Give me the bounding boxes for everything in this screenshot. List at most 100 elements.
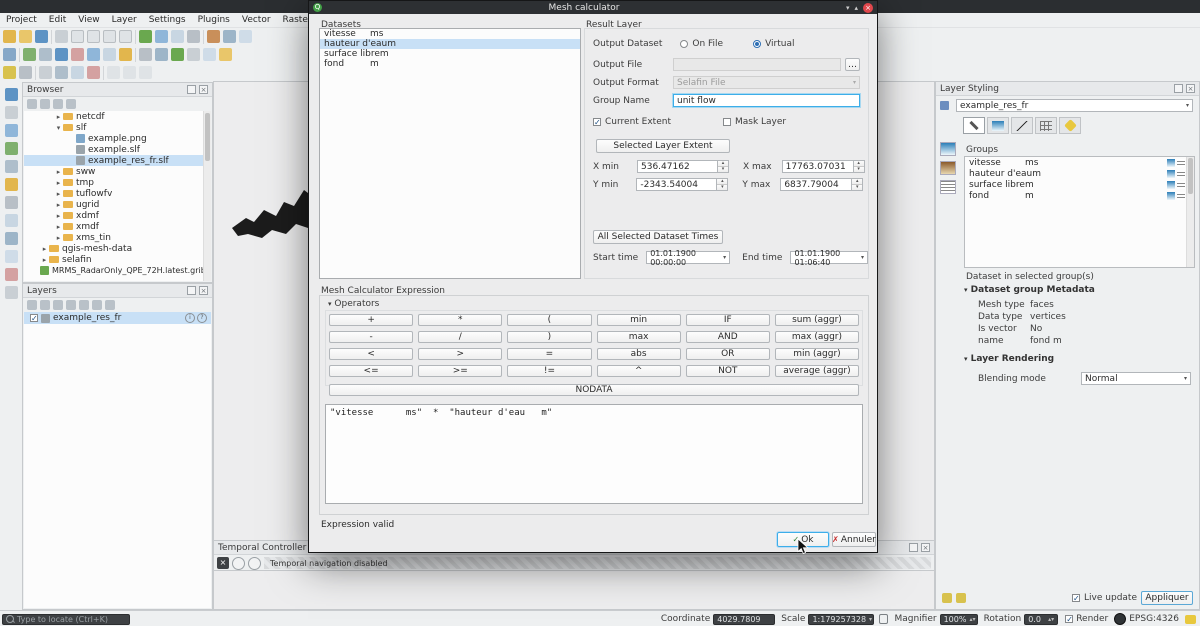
map-tips-icon[interactable] <box>239 30 252 43</box>
paste-features-icon[interactable] <box>139 66 152 79</box>
move-feature-icon[interactable] <box>71 66 84 79</box>
crs-label[interactable]: EPSG:4326 <box>1129 614 1179 624</box>
temporal-icon[interactable] <box>5 250 18 263</box>
zoom-last-icon[interactable] <box>119 30 132 43</box>
attributes-table-icon[interactable] <box>223 30 236 43</box>
op-greater-equal-button[interactable]: >= <box>418 365 502 377</box>
expand-arrow-icon[interactable]: ▸ <box>54 212 63 220</box>
group-name-input[interactable]: unit flow <box>673 94 860 107</box>
tree-item-example-res-fr-slf[interactable]: example_res_fr.slf <box>24 155 211 166</box>
collapse-arrow-icon[interactable]: ▾ <box>54 124 63 132</box>
op-min-button[interactable]: min <box>597 314 681 326</box>
group-contour-icon[interactable] <box>1177 170 1185 178</box>
vector-toolbox-icon[interactable] <box>5 88 18 101</box>
group-shading-icon[interactable] <box>1167 159 1175 167</box>
op-not-equal-button[interactable]: != <box>507 365 591 377</box>
rendering-section-header[interactable]: ▾ Layer Rendering <box>964 354 1054 364</box>
virtual-radio[interactable] <box>753 40 761 48</box>
expand-arrow-icon[interactable]: ▸ <box>54 223 63 231</box>
browser-collapse-icon[interactable] <box>53 99 63 109</box>
terrain-ramp-icon[interactable] <box>940 161 956 175</box>
op-less-button[interactable]: < <box>329 348 413 360</box>
tree-item-xmdf[interactable]: ▸xmdf <box>24 221 211 232</box>
add-feature-icon[interactable] <box>39 66 52 79</box>
tab-labels-icon[interactable] <box>1059 117 1081 134</box>
browser-close-icon[interactable]: × <box>199 85 208 94</box>
op-or-button[interactable]: OR <box>686 348 770 360</box>
tree-item-ugrid[interactable]: ▸ugrid <box>24 199 211 210</box>
add-delimited-text-icon[interactable] <box>71 48 84 61</box>
tree-item-tmp[interactable]: ▸tmp <box>24 177 211 188</box>
tree-item-slf[interactable]: ▾slf <box>24 122 211 133</box>
magnifier-field[interactable]: 100%▴▾ <box>940 614 978 625</box>
group-row-fond[interactable]: fondm <box>965 190 1194 201</box>
collapse-all-icon[interactable] <box>92 300 102 310</box>
expand-arrow-icon[interactable]: ▸ <box>54 179 63 187</box>
group-contour-icon[interactable] <box>1177 192 1185 200</box>
layer-item-example-res-fr[interactable]: ✓ example_res_fr i ? <box>24 312 211 324</box>
op-minus-button[interactable]: - <box>329 331 413 343</box>
add-postgis-layer-icon[interactable] <box>87 48 100 61</box>
new-geopackage-icon[interactable] <box>155 48 168 61</box>
zoom-full-icon[interactable] <box>103 30 116 43</box>
copy-features-icon[interactable] <box>123 66 136 79</box>
op-equal-button[interactable]: = <box>507 348 591 360</box>
scale-field[interactable]: 1:179257328▾ <box>808 614 874 625</box>
current-extent-checkbox[interactable]: ✓ <box>593 118 601 126</box>
zoom-out-icon[interactable] <box>87 30 100 43</box>
pan-map-icon[interactable] <box>55 30 68 43</box>
add-raster-layer-icon[interactable] <box>39 48 52 61</box>
op-power-button[interactable]: ^ <box>597 365 681 377</box>
tree-item-grib2[interactable]: MRMS_RadarOnly_QPE_72H.latest.grib2 <box>24 265 211 276</box>
coordinate-field[interactable]: 4029.7809 <box>713 614 775 625</box>
remove-layer-icon[interactable] <box>105 300 115 310</box>
selection-toolbar-icon[interactable] <box>5 214 18 227</box>
toggle-editing-icon[interactable] <box>3 66 16 79</box>
op-sum-aggr-button[interactable]: sum (aggr) <box>775 314 859 326</box>
dialog-titlebar[interactable]: Q Mesh calculator ▾ ▴ × <box>309 1 877 14</box>
dataset-row-vitesse[interactable]: vitessems <box>320 29 580 39</box>
save-project-icon[interactable] <box>35 30 48 43</box>
menu-plugins[interactable]: Plugins <box>192 15 236 25</box>
new-project-icon[interactable] <box>3 30 16 43</box>
op-close-paren-button[interactable]: ) <box>507 331 591 343</box>
tree-item-xdmf[interactable]: ▸xdmf <box>24 210 211 221</box>
mesh-digitizing-icon[interactable] <box>5 142 18 155</box>
op-not-button[interactable]: NOT <box>686 365 770 377</box>
select-features-icon[interactable] <box>171 30 184 43</box>
metadata-section-header[interactable]: ▾ Dataset group Metadata <box>964 285 1095 295</box>
xmax-spinbox[interactable]: 17763.07031▴▾ <box>782 160 865 173</box>
ymin-spinbox[interactable]: -2343.54004▴▾ <box>636 178 728 191</box>
output-format-select[interactable]: Selafin File ▾ <box>673 76 860 89</box>
render-checkbox[interactable]: ✓ <box>1065 615 1073 623</box>
group-row-surface[interactable]: surface librem <box>965 179 1194 190</box>
op-max-button[interactable]: max <box>597 331 681 343</box>
expand-arrow-icon[interactable]: ▸ <box>40 256 49 264</box>
snapping-icon[interactable] <box>5 232 18 245</box>
color-ramp-shading-icon[interactable] <box>940 142 956 156</box>
browser-scrollbar[interactable] <box>203 111 211 281</box>
tree-item-example-png[interactable]: example.png <box>24 133 211 144</box>
op-and-button[interactable]: AND <box>686 331 770 343</box>
cut-features-icon[interactable] <box>107 66 120 79</box>
tab-mesh-frame-icon[interactable] <box>1035 117 1057 134</box>
expression-editor[interactable]: "vitesse ms" * "hauteur d'eau m" <box>325 404 863 504</box>
styling-float-icon[interactable] <box>1174 84 1183 93</box>
label-toolbar-icon[interactable] <box>5 196 18 209</box>
new-shapefile-icon[interactable] <box>139 48 152 61</box>
annotation-icon[interactable] <box>5 160 18 173</box>
processing-toolbox-icon[interactable] <box>203 48 216 61</box>
delete-selected-icon[interactable] <box>87 66 100 79</box>
op-less-equal-button[interactable]: <= <box>329 365 413 377</box>
op-average-aggr-button[interactable]: average (aggr) <box>775 365 859 377</box>
tree-item-example-slf[interactable]: example.slf <box>24 144 211 155</box>
group-row-hauteur[interactable]: hauteur d'eaum <box>965 168 1194 179</box>
live-update-checkbox[interactable]: ✓ <box>1072 594 1080 602</box>
messages-icon[interactable] <box>1185 615 1196 624</box>
tree-item-netcdf[interactable]: ▸netcdf <box>24 111 211 122</box>
layers-float-icon[interactable] <box>187 286 196 295</box>
op-multiply-button[interactable]: * <box>418 314 502 326</box>
op-max-aggr-button[interactable]: max (aggr) <box>775 331 859 343</box>
python-console-icon[interactable] <box>171 48 184 61</box>
xmin-spinbox[interactable]: 536.47162▴▾ <box>637 160 729 173</box>
